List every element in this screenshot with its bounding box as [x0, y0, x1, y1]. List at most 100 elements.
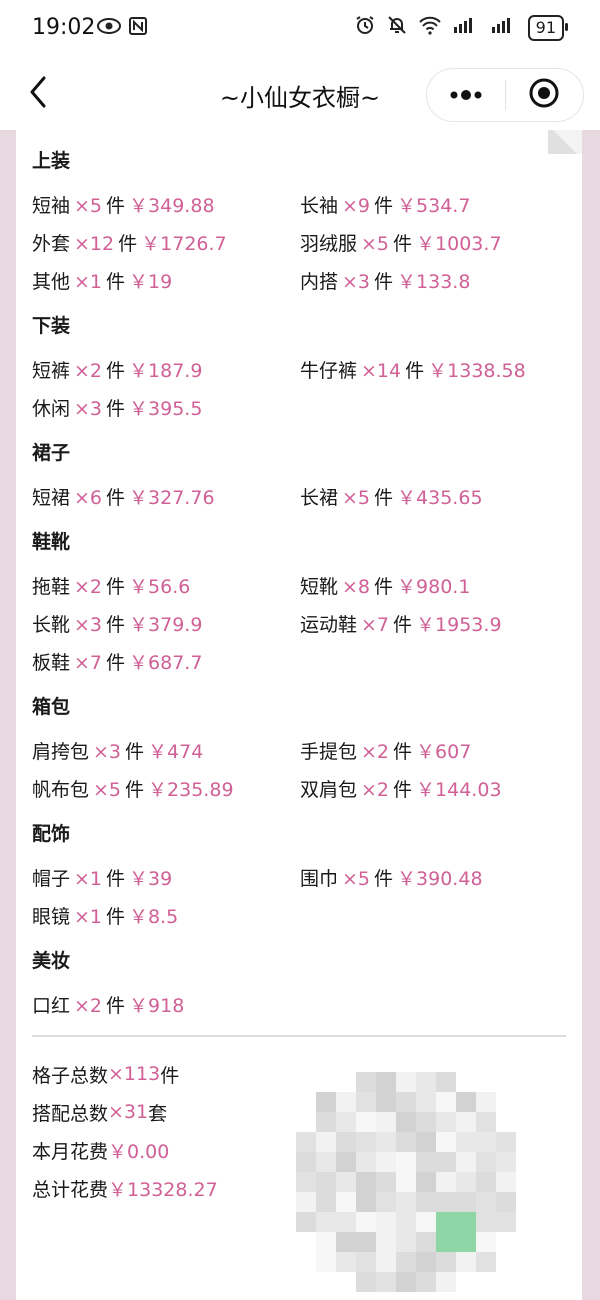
item-unit: 件	[374, 486, 394, 509]
item-count: ×2	[361, 740, 390, 763]
item-row: 其他 ×1 件 ￥19 内搭 ×3 件 ￥133.8	[32, 261, 572, 299]
qr-pixel	[436, 1152, 456, 1172]
item-price: ￥435.65	[397, 486, 483, 509]
qr-pixel	[416, 1092, 436, 1112]
wardrobe-item[interactable]: 其他 ×1 件 ￥19	[32, 267, 300, 294]
qr-pixel	[376, 1232, 396, 1252]
item-price: ￥918	[129, 994, 185, 1017]
wardrobe-item[interactable]: 运动鞋 ×7 件 ￥1953.9	[300, 610, 568, 637]
item-price: ￥395.5	[129, 397, 203, 420]
miniprogram-capsule	[426, 68, 584, 122]
item-count: ×2	[361, 778, 390, 801]
qr-pixel	[496, 1172, 516, 1192]
summary-label: 搭配总数	[32, 1102, 109, 1125]
item-count: ×3	[93, 740, 122, 763]
item-count: ×1	[74, 270, 103, 293]
qr-pixel	[356, 1092, 376, 1112]
qr-pixel	[376, 1152, 396, 1172]
item-count: ×8	[342, 575, 371, 598]
wardrobe-item[interactable]: 长裙 ×5 件 ￥435.65	[300, 483, 568, 510]
item-count: ×7	[361, 613, 390, 636]
wardrobe-item[interactable]: 短袖 ×5 件 ￥349.88	[32, 191, 300, 218]
category-title: 鞋靴	[32, 531, 71, 553]
qr-pixel	[456, 1252, 476, 1272]
item-count: ×14	[361, 359, 402, 382]
summary-label: 本月花费	[32, 1140, 109, 1163]
qr-pixel	[396, 1132, 416, 1152]
item-price: ￥56.6	[129, 575, 191, 598]
qr-pixel	[496, 1212, 516, 1232]
item-price: ￥1726.7	[141, 232, 227, 255]
item-row: 肩挎包 ×3 件 ￥474 手提包 ×2 件 ￥607	[32, 731, 572, 769]
more-button[interactable]	[427, 86, 505, 105]
wardrobe-item[interactable]: 围巾 ×5 件 ￥390.48	[300, 864, 568, 891]
close-miniprogram-button[interactable]	[506, 77, 584, 113]
wardrobe-item[interactable]: 短裙 ×6 件 ￥327.76	[32, 483, 300, 510]
item-unit: 件	[374, 194, 394, 217]
divider	[32, 1035, 566, 1037]
qr-pixel	[316, 1112, 336, 1132]
qr-pixel	[316, 1092, 336, 1112]
wardrobe-item[interactable]: 休闲 ×3 件 ￥395.5	[32, 394, 300, 421]
item-count: ×3	[74, 397, 103, 420]
qr-pixel	[336, 1152, 356, 1172]
item-row: 帽子 ×1 件 ￥39 围巾 ×5 件 ￥390.48	[32, 858, 572, 896]
item-unit: 件	[125, 740, 145, 763]
qr-pixel	[396, 1252, 416, 1272]
item-name: 运动鞋	[300, 613, 358, 636]
qr-pixel	[396, 1092, 416, 1112]
wardrobe-item[interactable]: 眼镜 ×1 件 ￥8.5	[32, 902, 300, 929]
qr-pixel	[296, 1172, 316, 1192]
wardrobe-item[interactable]: 长靴 ×3 件 ￥379.9	[32, 610, 300, 637]
item-name: 外套	[32, 232, 71, 255]
wardrobe-item[interactable]: 拖鞋 ×2 件 ￥56.6	[32, 572, 300, 599]
qr-pixel	[336, 1112, 356, 1132]
qr-pixel	[376, 1212, 396, 1232]
qr-pixel	[456, 1112, 476, 1132]
wardrobe-item[interactable]: 帽子 ×1 件 ￥39	[32, 864, 300, 891]
qr-pixel	[376, 1132, 396, 1152]
item-name: 手提包	[300, 740, 358, 763]
wardrobe-item[interactable]: 长袖 ×9 件 ￥534.7	[300, 191, 568, 218]
qr-pixel	[436, 1252, 456, 1272]
item-price: ￥144.03	[416, 778, 502, 801]
summary-label: 总计花费	[32, 1178, 109, 1201]
item-name: 其他	[32, 270, 71, 293]
item-name: 休闲	[32, 397, 71, 420]
item-count: ×5	[93, 778, 122, 801]
qr-pixel	[396, 1172, 416, 1192]
item-row: 休闲 ×3 件 ￥395.5	[32, 388, 572, 426]
qr-code-image	[292, 1072, 526, 1292]
qr-pixel	[336, 1172, 356, 1192]
wardrobe-item[interactable]: 牛仔裤 ×14 件 ￥1338.58	[300, 356, 568, 383]
wardrobe-item[interactable]: 双肩包 ×2 件 ￥144.03	[300, 775, 568, 802]
wardrobe-item[interactable]: 肩挎包 ×3 件 ￥474	[32, 737, 300, 764]
wardrobe-item[interactable]: 帆布包 ×5 件 ￥235.89	[32, 775, 300, 802]
wardrobe-item[interactable]: 手提包 ×2 件 ￥607	[300, 737, 568, 764]
qr-pixel	[356, 1212, 376, 1232]
wardrobe-item[interactable]: 外套 ×12 件 ￥1726.7	[32, 229, 300, 256]
signal-4g-icon	[452, 15, 480, 40]
qr-pixel	[496, 1152, 516, 1172]
summary-value: ￥13328.27	[108, 1178, 218, 1201]
qr-pixel	[356, 1172, 376, 1192]
item-row: 帆布包 ×5 件 ￥235.89 双肩包 ×2 件 ￥144.03	[32, 769, 572, 807]
wardrobe-item[interactable]: 羽绒服 ×5 件 ￥1003.7	[300, 229, 568, 256]
item-unit: 件	[393, 740, 413, 763]
nfc-icon	[128, 16, 148, 41]
item-row: 短袖 ×5 件 ￥349.88 长袖 ×9 件 ￥534.7	[32, 185, 572, 223]
item-name: 牛仔裤	[300, 359, 358, 382]
wardrobe-item[interactable]: 短裤 ×2 件 ￥187.9	[32, 356, 300, 383]
item-unit: 件	[106, 905, 126, 928]
target-icon	[528, 77, 560, 113]
qr-pixel	[376, 1072, 396, 1092]
qr-pixel	[436, 1092, 456, 1112]
wardrobe-item[interactable]: 板鞋 ×7 件 ￥687.7	[32, 648, 300, 675]
wardrobe-item[interactable]: 内搭 ×3 件 ￥133.8	[300, 267, 568, 294]
qr-pixel	[316, 1132, 336, 1152]
wardrobe-item[interactable]: 口红 ×2 件 ￥918	[32, 991, 300, 1018]
qr-pixel	[416, 1132, 436, 1152]
wardrobe-item[interactable]: 短靴 ×8 件 ￥980.1	[300, 572, 568, 599]
item-name: 围巾	[300, 867, 339, 890]
qr-pixel	[436, 1132, 456, 1152]
